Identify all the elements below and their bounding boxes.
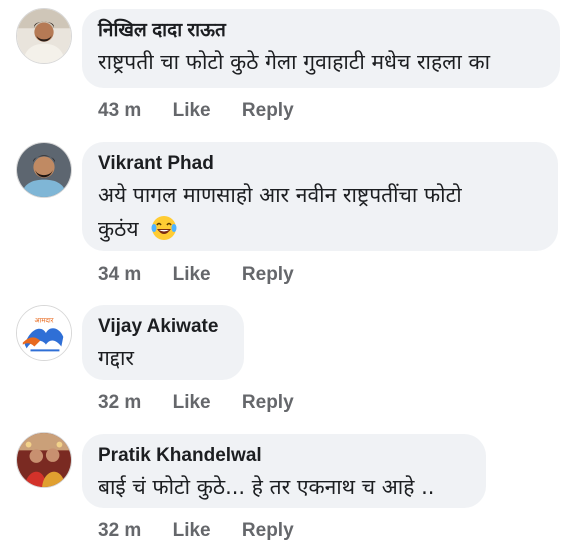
comment-timestamp[interactable]: 32 m [98,520,141,542]
reply-button[interactable]: Reply [242,100,294,122]
comment-text-line2: कुठंय [98,217,139,241]
like-button[interactable]: Like [173,100,211,122]
comment-text: बाई चं फोटो कुठे... हे तर एकनाथ च आहे .. [98,475,435,499]
like-button[interactable]: Like [173,264,211,286]
comment-timestamp[interactable]: 32 m [98,392,141,414]
comment-timestamp[interactable]: 34 m [98,264,141,286]
comment-author[interactable]: Pratik Khandelwal [98,444,468,468]
comment-text-line1: अये पागल माणसाहो आर नवीन राष्ट्रपतींचा फ… [98,183,462,207]
comment-actions: 32 m Like Reply [98,520,320,542]
party-logo: आमदार [17,306,71,360]
comment-actions: 32 m Like Reply [98,392,320,414]
comment-bubble: Pratik Khandelwal बाई चं फोटो कुठे... हे… [82,434,486,508]
avatar[interactable] [16,8,72,64]
reply-button[interactable]: Reply [242,392,294,414]
comment-timestamp[interactable]: 43 m [98,100,141,122]
comment-actions: 34 m Like Reply [98,264,320,286]
profile-photo [17,143,71,197]
reply-button[interactable]: Reply [242,264,294,286]
like-button[interactable]: Like [173,392,211,414]
comment-actions: 43 m Like Reply [98,100,320,122]
avatar[interactable] [16,432,72,488]
reply-button[interactable]: Reply [242,520,294,542]
like-button[interactable]: Like [173,520,211,542]
comment-bubble: Vijay Akiwate गद्दार [82,305,244,380]
avatar[interactable]: आमदार [16,305,72,361]
comment-bubble: Vikrant Phad अये पागल माणसाहो आर नवीन रा… [82,142,558,251]
comment-bubble: निखिल दादा राऊत राष्ट्रपती चा फोटो कुठे … [82,9,560,88]
comment-text: गद्दार [98,346,135,370]
comment-author[interactable]: Vikrant Phad [98,152,540,176]
comment-text: अये पागल माणसाहो आर नवीन राष्ट्रपतींचा फ… [98,178,540,246]
comment-text: राष्ट्रपती चा फोटो कुठे गेला गुवाहाटी मध… [98,50,491,74]
logo-caption: आमदार [34,316,53,324]
avatar[interactable] [16,142,72,198]
laughing-tears-emoji-icon [151,216,177,240]
profile-photo [17,9,71,63]
comment-author[interactable]: Vijay Akiwate [98,315,226,339]
profile-photo [17,433,71,487]
comment-author[interactable]: निखिल दादा राऊत [98,19,542,43]
